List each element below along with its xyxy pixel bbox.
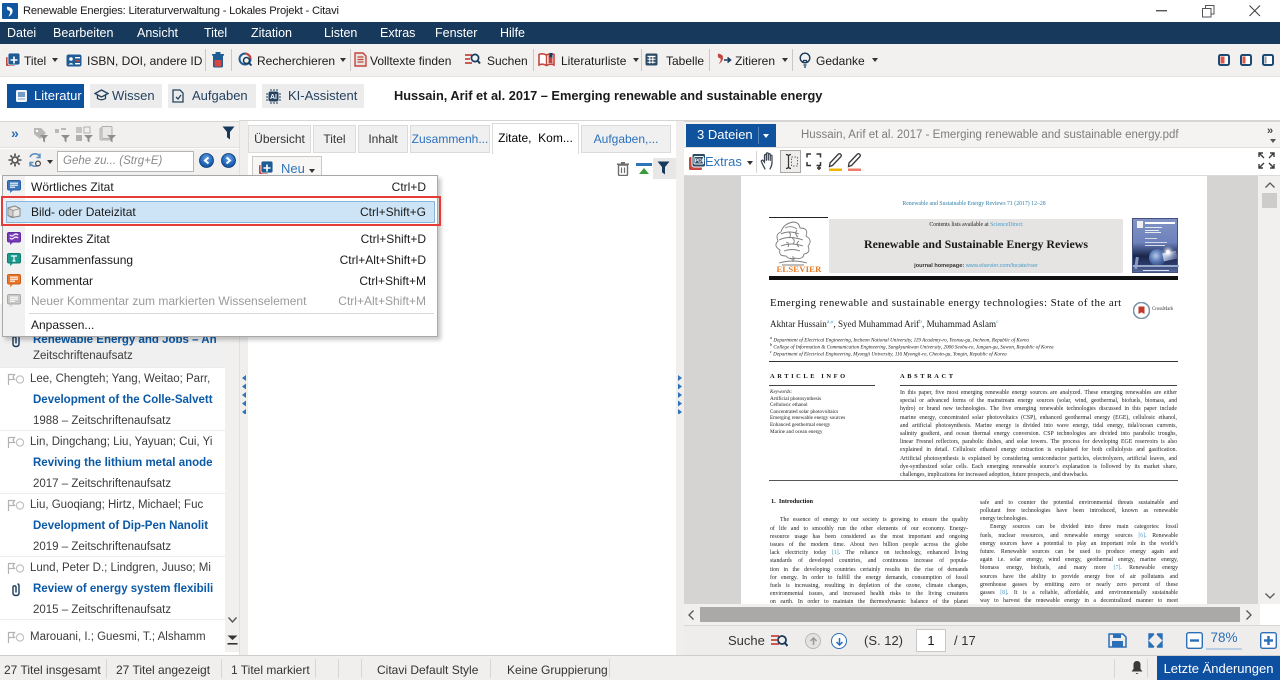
svg-text:AI: AI bbox=[270, 94, 277, 101]
svg-text:PDF: PDF bbox=[695, 159, 705, 165]
